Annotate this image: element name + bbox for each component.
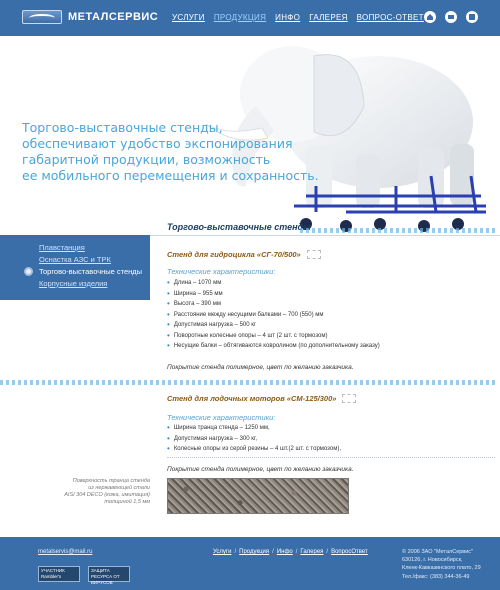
nav-item-products[interactable]: ПРОДУКЦИЯ xyxy=(214,13,266,22)
site-footer: metalservis@mail.ru Услуги / Продукция / И… xyxy=(0,537,500,590)
nav-item-info[interactable]: ИНФО xyxy=(275,13,300,22)
nav-item-services[interactable]: УСЛУГИ xyxy=(172,13,205,22)
coating-note: Покрытие стенда полимерное, цвет по жела… xyxy=(167,364,354,371)
coating-note: Покрытие стенда полимерное, цвет по жела… xyxy=(167,466,354,473)
spec-item: Расстояние между несущими балками – 700 … xyxy=(167,310,380,321)
hero-line: Торгово-выставочные стенды, xyxy=(22,120,223,135)
hero-line: ее мобильного перемещения и сохранность. xyxy=(22,168,319,183)
header-icons xyxy=(415,11,478,23)
spec-item: Длина – 1070 мм xyxy=(167,278,380,289)
caption-line: Поверхность транца стенда xyxy=(72,478,150,484)
footer-email-link[interactable]: metalservis@mail.ru xyxy=(38,549,92,555)
address-line: 630126, г. Новосибирск, xyxy=(402,557,463,564)
footer-nav-faq[interactable]: ВопросОтвет xyxy=(331,549,368,555)
caption-line: AISI 304 DECO (кожа, имитация) xyxy=(64,492,150,498)
sidebar-item-gas-station-equipment[interactable]: Оснастка АЗС и ТРК xyxy=(39,253,150,265)
phone-fax: Тел./факс: (383) 344-36-49 xyxy=(402,573,470,580)
footer-nav-gallery[interactable]: Галерея xyxy=(300,549,323,555)
address-line: Кленк-Кавказинского плато, 29 xyxy=(402,565,481,572)
sitemap-icon[interactable] xyxy=(466,11,478,23)
spec-item: Высота – 390 мм xyxy=(167,299,380,310)
home-icon[interactable] xyxy=(424,11,436,23)
page-title: Торгово-выставочные стенды xyxy=(167,222,311,232)
sidebar-item-exhibition-stands[interactable]: Торгово-выставочные стенды xyxy=(24,265,150,277)
hero-banner: Торгово-выставочные стенды, обеспечивают… xyxy=(0,36,500,236)
caption-line: из нержавеющей стали xyxy=(88,485,150,491)
logo[interactable]: МЕТАЛСЕРВИС xyxy=(22,10,158,24)
sidebar-menu: Плавстанция Оснастка АЗС и ТРК Торгово-в… xyxy=(0,235,150,300)
sidebar-item-label: Торгово-выставочные стенды xyxy=(39,266,143,276)
top-navigation: УСЛУГИ ПРОДУКЦИЯ ИНФО ГАЛЕРЕЯ ВОПРОС-ОТВ… xyxy=(172,13,433,22)
nav-item-gallery[interactable]: ГАЛЕРЕЯ xyxy=(309,13,347,22)
spec-item: Ширина – 955 мм xyxy=(167,289,380,300)
spec-label: Технические характеристики: xyxy=(167,413,276,422)
hero-line: обеспечивают удобство экспонирования xyxy=(22,136,293,151)
sidebar-item-floating-station[interactable]: Плавстанция xyxy=(39,241,150,253)
dotted-divider xyxy=(167,457,495,458)
spec-item: Допустимая нагрузка – 300 кг, xyxy=(167,434,341,445)
spec-item: Ширина транца стенда – 1250 мм, xyxy=(167,423,341,434)
logo-text: МЕТАЛСЕРВИС xyxy=(68,11,159,23)
spec-list: Ширина транца стенда – 1250 мм, Допустим… xyxy=(167,423,341,455)
spec-item: Несущие балки – обтягиваются ковролином … xyxy=(167,341,380,352)
product-title-text: Стенд для лодочных моторов «СМ-125/300» xyxy=(167,394,337,403)
nav-item-faq[interactable]: ВОПРОС-ОТВЕТ xyxy=(357,13,424,22)
spec-item: Колесные опоры из серой резины – 4 шт.(2… xyxy=(167,444,341,455)
copyright: © 2006 ЗАО "МеталСервис" xyxy=(402,549,474,555)
product-title: Стенд для гидроцикла «СГ-70/500» xyxy=(167,250,321,259)
steel-texture-sample xyxy=(167,478,349,514)
footer-nav-products[interactable]: Продукция xyxy=(239,549,269,555)
section-wave-decoration xyxy=(0,380,495,385)
rambler-badge[interactable]: УЧАСТНИК Rambler's xyxy=(38,566,80,582)
spec-item: Поворотные колесные опоры – 4 шт (2 шт. … xyxy=(167,331,380,342)
product-title-text: Стенд для гидроцикла «СГ-70/500» xyxy=(167,250,301,259)
hero-line: габаритной продукции, возможность xyxy=(22,152,271,167)
footer-nav-info[interactable]: Инфо xyxy=(277,549,293,555)
footer-nav-services[interactable]: Услуги xyxy=(213,549,231,555)
texture-caption: Поверхность транца стенда из нержавеющей… xyxy=(54,478,150,506)
caption-line: толщиной 1,5 мм xyxy=(104,499,150,505)
title-wave-decoration xyxy=(300,228,495,233)
hero-tagline: Торгово-выставочные стенды, обеспечивают… xyxy=(22,120,322,184)
footer-navigation: Услуги / Продукция / Инфо / Галерея / Вопрос… xyxy=(213,549,368,555)
product-title: Стенд для лодочных моторов «СМ-125/300» xyxy=(167,394,357,403)
antivirus-badge[interactable]: ЗАЩИТА РЕСУРСА ОТ ВИРУСОВ xyxy=(88,566,130,585)
footer-contact-info: © 2006 ЗАО "МеталСервис" 630126, г. Ново… xyxy=(402,548,481,581)
stamp-icon xyxy=(306,250,321,259)
spec-label: Технические характеристики: xyxy=(167,267,276,276)
logo-mark-icon xyxy=(22,10,62,24)
stamp-icon xyxy=(342,394,357,403)
active-bullet-icon xyxy=(24,266,33,276)
spec-item: Допустимая нагрузка – 500 кг xyxy=(167,320,380,331)
sidebar-item-enclosures[interactable]: Корпусные изделия xyxy=(39,277,150,289)
spec-list: Длина – 1070 мм Ширина – 955 мм Высота –… xyxy=(167,278,380,352)
mail-icon[interactable] xyxy=(445,11,457,23)
site-header: МЕТАЛСЕРВИС УСЛУГИ ПРОДУКЦИЯ ИНФО ГАЛЕРЕ… xyxy=(0,0,500,36)
